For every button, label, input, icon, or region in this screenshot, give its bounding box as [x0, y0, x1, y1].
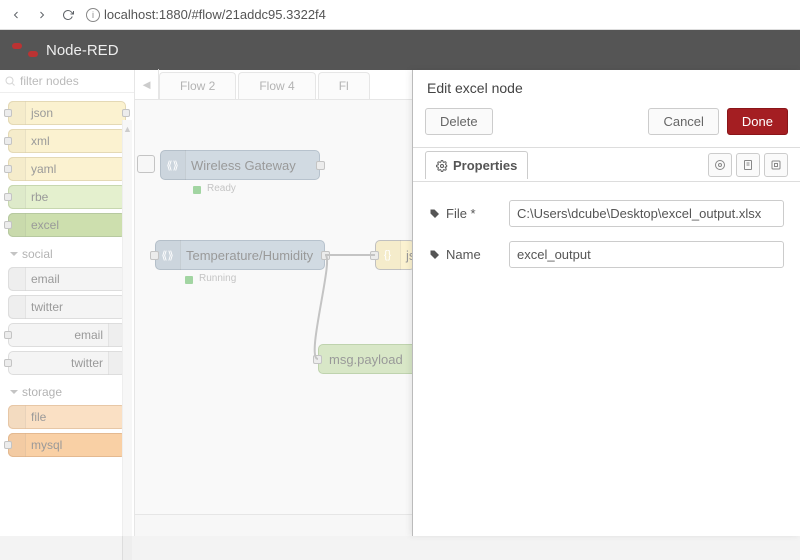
- palette-node-email[interactable]: email: [8, 267, 126, 291]
- palette-filter[interactable]: [0, 70, 134, 93]
- palette-node-twitter[interactable]: twitter: [8, 351, 126, 375]
- edit-panel-actions: Delete Cancel Done: [413, 102, 800, 148]
- app-title: Node-RED: [46, 42, 119, 59]
- edit-panel-tabs: Properties: [413, 148, 800, 182]
- palette-node-xml[interactable]: xml: [8, 129, 126, 153]
- node-msg-payload[interactable]: msg.payload: [318, 344, 418, 374]
- palette-category[interactable]: social: [2, 241, 132, 263]
- palette-node-json[interactable]: json: [8, 101, 126, 125]
- appearance-icon[interactable]: [764, 153, 788, 177]
- url-text: localhost:1880/#flow/21addc95.3322f4: [104, 7, 326, 22]
- flow-tab[interactable]: Fl: [318, 72, 370, 99]
- status-text: Ready: [207, 183, 236, 194]
- tag-icon: [429, 249, 441, 261]
- forward-icon[interactable]: [34, 7, 50, 23]
- name-input[interactable]: [509, 241, 784, 268]
- name-label: Name: [429, 247, 501, 262]
- status-dot: [185, 276, 193, 284]
- status-dot: [193, 186, 201, 194]
- palette-category[interactable]: storage: [2, 379, 132, 401]
- status-text: Running: [199, 273, 236, 284]
- palette-list[interactable]: json xml yaml rbe excel social email twitter ema…: [0, 93, 134, 536]
- palette-node-excel[interactable]: excel: [8, 213, 126, 237]
- tag-icon: [429, 208, 441, 220]
- settings-icon[interactable]: [708, 153, 732, 177]
- filter-input[interactable]: [20, 74, 110, 88]
- palette: json xml yaml rbe excel social email twitter ema…: [0, 70, 135, 536]
- palette-node-rbe[interactable]: rbe: [8, 185, 126, 209]
- node-button-icon[interactable]: [137, 155, 155, 173]
- info-icon: i: [86, 8, 100, 22]
- delete-button[interactable]: Delete: [425, 108, 493, 135]
- description-icon[interactable]: [736, 153, 760, 177]
- browser-toolbar: i localhost:1880/#flow/21addc95.3322f4: [0, 0, 800, 30]
- properties-form: File * Name: [413, 182, 800, 300]
- main-area: json xml yaml rbe excel social email twitter ema…: [0, 70, 800, 536]
- node-wireless-gateway[interactable]: ⟪⟫ Wireless Gateway: [160, 150, 320, 180]
- gear-icon: [436, 160, 448, 172]
- tab-label: Properties: [453, 158, 517, 173]
- tab-properties[interactable]: Properties: [425, 151, 528, 179]
- node-label: msg.payload: [329, 352, 403, 367]
- node-temperature-humidity[interactable]: ⟪⟫ Temperature/Humidity: [155, 240, 325, 270]
- flow-tab[interactable]: Flow 2: [159, 72, 236, 99]
- url-bar[interactable]: i localhost:1880/#flow/21addc95.3322f4: [86, 7, 326, 22]
- search-icon: [4, 75, 16, 87]
- palette-node-email[interactable]: email: [8, 323, 126, 347]
- done-button[interactable]: Done: [727, 108, 788, 135]
- reload-icon[interactable]: [60, 7, 76, 23]
- palette-node-twitter[interactable]: twitter: [8, 295, 126, 319]
- flow-tab[interactable]: Flow 4: [238, 72, 315, 99]
- node-label: Temperature/Humidity: [186, 248, 313, 263]
- back-icon[interactable]: [8, 7, 24, 23]
- node-json[interactable]: {} jso: [375, 240, 415, 270]
- node-red-logo-icon: [12, 43, 38, 57]
- palette-node-mysql[interactable]: mysql: [8, 433, 126, 457]
- file-input[interactable]: [509, 200, 784, 227]
- app-header: Node-RED: [0, 30, 800, 70]
- edit-panel-title: Edit excel node: [413, 70, 800, 102]
- file-label: File *: [429, 206, 501, 221]
- palette-scroll-arrow[interactable]: ▲: [122, 120, 132, 560]
- palette-node-file[interactable]: file: [8, 405, 126, 429]
- cancel-button[interactable]: Cancel: [648, 108, 718, 135]
- node-label: Wireless Gateway: [191, 158, 296, 173]
- palette-node-yaml[interactable]: yaml: [8, 157, 126, 181]
- radio-icon: ⟪⟫: [160, 150, 186, 180]
- edit-panel: Edit excel node Delete Cancel Done Prope…: [412, 70, 800, 536]
- tab-scroll-left-icon[interactable]: ◄: [135, 69, 159, 99]
